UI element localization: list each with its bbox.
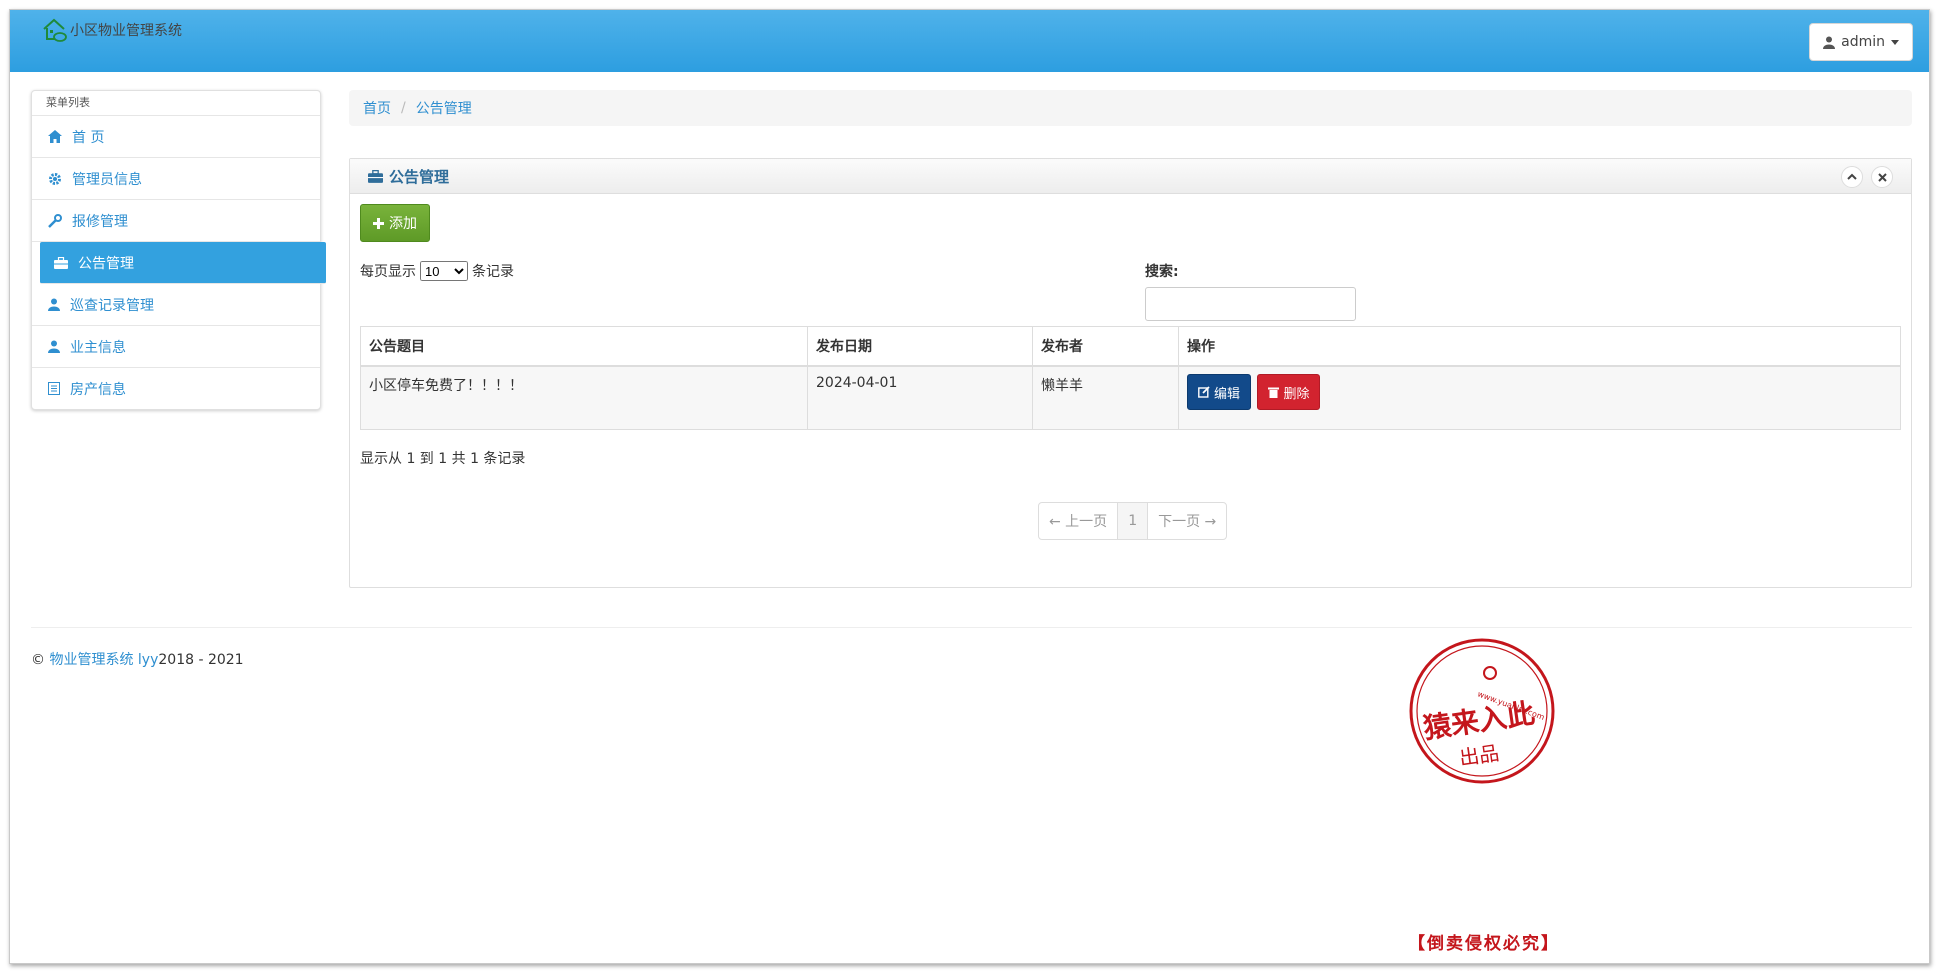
- add-button[interactable]: 添加: [360, 204, 430, 242]
- sidebar-item-label: 管理员信息: [72, 171, 142, 188]
- edit-button-label: 编辑: [1214, 386, 1241, 402]
- footer-link[interactable]: 物业管理系统 lyy: [49, 652, 158, 668]
- close-icon: [1877, 172, 1887, 182]
- chevron-down-icon: [1891, 39, 1899, 45]
- chevron-up-icon: [1847, 173, 1857, 180]
- sidebar-item-label: 巡查记录管理: [70, 297, 154, 314]
- table-header-row: 公告题目 发布日期 发布者 操作: [360, 326, 1901, 367]
- search-control: 搜索:: [1145, 261, 1356, 321]
- column-header[interactable]: 公告题目: [360, 326, 808, 367]
- edit-button[interactable]: 编辑: [1187, 374, 1252, 410]
- notice-table: 公告题目 发布日期 发布者 操作 小区停车免费了！！！！ 2024-04-01 …: [360, 326, 1901, 430]
- close-button[interactable]: [1871, 166, 1893, 188]
- sidebar-item-label: 业主信息: [70, 339, 126, 356]
- delete-button-label: 删除: [1283, 386, 1310, 402]
- watermark-line2: 出品: [1458, 741, 1501, 770]
- brand[interactable]: 小区物业管理系统: [42, 17, 182, 43]
- sidebar-heading: 菜单列表: [32, 91, 320, 116]
- footer-divider: [31, 627, 1912, 628]
- search-input[interactable]: [1145, 287, 1356, 321]
- sidebar-item-repair[interactable]: 报修管理: [32, 200, 320, 242]
- column-header[interactable]: 发布日期: [807, 326, 1033, 367]
- delete-button[interactable]: 删除: [1257, 374, 1321, 410]
- home-icon: [48, 130, 62, 143]
- panel-title: 公告管理: [389, 167, 450, 186]
- cell-title: 小区停车免费了！！！！: [360, 365, 808, 430]
- column-header[interactable]: 发布者: [1032, 326, 1179, 367]
- sidebar-item-label: 公告管理: [78, 255, 134, 272]
- table-info: 显示从 1 到 1 共 1 条记录: [360, 451, 526, 467]
- sidebar-item-notice[interactable]: 公告管理: [40, 242, 326, 284]
- sidebar-item-home[interactable]: 首 页: [32, 116, 320, 158]
- column-header: 操作: [1178, 326, 1901, 367]
- breadcrumb: 首页 / 公告管理: [349, 90, 1912, 126]
- user-icon: [48, 340, 60, 353]
- notice-panel: 公告管理 添加 每页显示 10 条记录 搜索: 公告题目 发布日期 发布者 操作…: [349, 158, 1912, 588]
- username: admin: [1841, 34, 1885, 50]
- cell-date: 2024-04-01: [807, 365, 1033, 430]
- length-suffix: 条记录: [472, 264, 514, 280]
- top-navbar: 小区物业管理系统 admin: [10, 10, 1929, 72]
- sidebar-menu: 菜单列表 首 页 管理员信息 报修管理 公告管理 巡查记录管理 业主信息 房产信…: [31, 90, 326, 410]
- sidebar-item-patrol[interactable]: 巡查记录管理: [32, 284, 320, 326]
- gear-icon: [49, 172, 61, 185]
- pagination: ← 上一页 1 下一页 →: [1038, 502, 1228, 540]
- page-number[interactable]: 1: [1118, 503, 1149, 539]
- panel-header: 公告管理: [350, 159, 1911, 194]
- sidebar-item-label: 房产信息: [70, 381, 126, 398]
- plus-icon: [373, 217, 384, 229]
- search-label: 搜索:: [1145, 264, 1179, 280]
- watermark-stamp: www.yuanlrc.com 猿来入此 出品: [1409, 638, 1555, 784]
- sidebar-item-property[interactable]: 房产信息: [32, 368, 320, 409]
- user-menu-button[interactable]: admin: [1809, 23, 1913, 61]
- sidebar-item-owner[interactable]: 业主信息: [32, 326, 320, 368]
- breadcrumb-current[interactable]: 公告管理: [416, 98, 472, 118]
- app-title: 小区物业管理系统: [70, 23, 182, 39]
- sidebar-item-admin-info[interactable]: 管理员信息: [32, 158, 320, 200]
- copyright-symbol: ©: [31, 652, 45, 668]
- watermark-note: 【倒卖侵权必究】: [1408, 934, 1560, 954]
- page-length-control: 每页显示 10 条记录: [360, 261, 514, 281]
- user-icon: [48, 298, 60, 311]
- table-row: 小区停车免费了！！！！ 2024-04-01 懒羊羊 编辑 删除: [360, 365, 1901, 430]
- briefcase-icon: [54, 256, 68, 269]
- next-page-button[interactable]: 下一页 →: [1148, 503, 1226, 539]
- page-length-select[interactable]: 10: [420, 261, 468, 281]
- house-logo-icon: [43, 18, 67, 42]
- app-window: 小区物业管理系统 admin 菜单列表 首 页 管理员信息 报修管理 公告管理: [9, 9, 1930, 964]
- add-button-label: 添加: [389, 216, 417, 232]
- user-icon: [1823, 36, 1836, 49]
- wrench-icon: [48, 213, 62, 228]
- footer: © 物业管理系统 lyy2018 - 2021: [31, 649, 244, 669]
- prev-page-button[interactable]: ← 上一页: [1039, 503, 1119, 539]
- list-icon: [48, 382, 60, 395]
- edit-icon: [1198, 386, 1210, 398]
- cell-author: 懒羊羊: [1032, 365, 1179, 430]
- watermark-line1: 猿来入此: [1420, 697, 1537, 745]
- collapse-button[interactable]: [1841, 166, 1863, 188]
- sidebar-item-label: 报修管理: [72, 213, 128, 230]
- footer-years: 2018 - 2021: [158, 652, 244, 668]
- briefcase-icon: [368, 169, 383, 183]
- length-prefix: 每页显示: [360, 264, 416, 280]
- trash-icon: [1268, 387, 1280, 398]
- cell-actions: 编辑 删除: [1178, 365, 1901, 430]
- breadcrumb-home-link[interactable]: 首页: [363, 98, 391, 118]
- sidebar-item-label: 首 页: [72, 129, 105, 146]
- breadcrumb-separator: /: [401, 100, 406, 116]
